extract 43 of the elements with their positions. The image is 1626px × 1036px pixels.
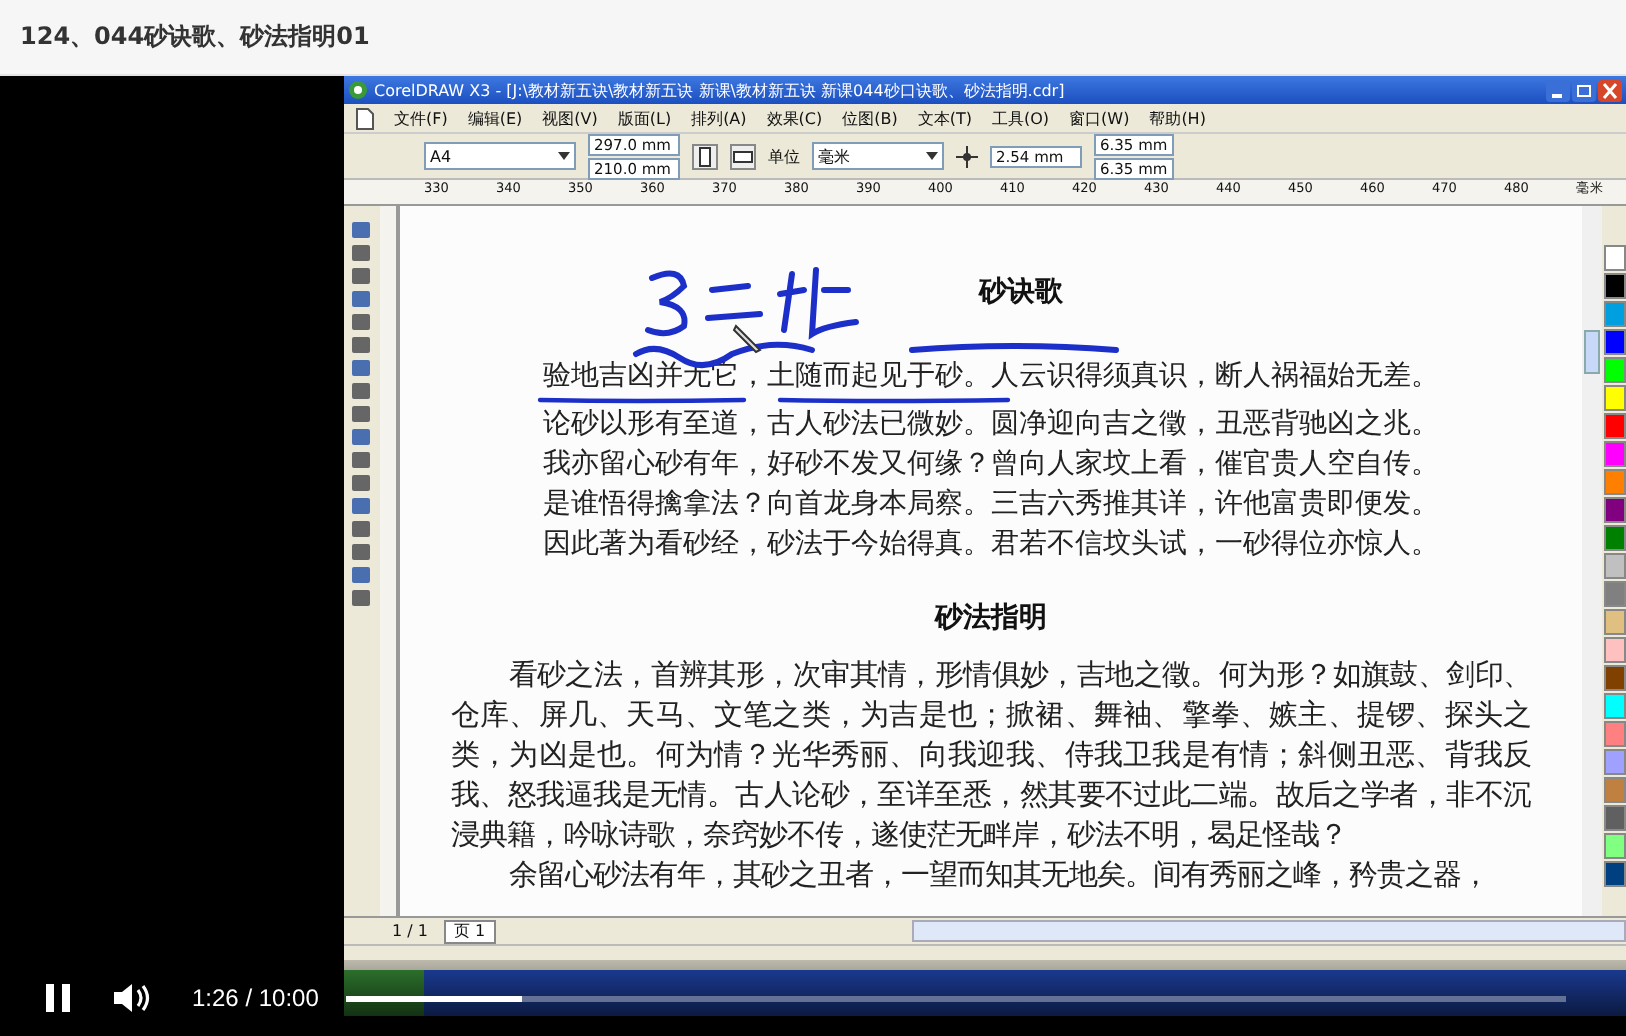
- landscape-icon[interactable]: [730, 143, 756, 169]
- poem-line: 是谁悟得擒拿法？向首龙身本局察。三吉六秀推其详，许他富贵即便发。: [543, 486, 1439, 524]
- page-count: 1 / 1: [392, 922, 428, 940]
- close-icon[interactable]: [1598, 79, 1622, 101]
- units-dropdown[interactable]: 毫米: [812, 142, 944, 170]
- horizontal-scrollbar[interactable]: [911, 920, 1626, 942]
- menu-item[interactable]: 文件(F): [394, 107, 448, 129]
- minimize-icon[interactable]: [1546, 79, 1570, 101]
- menu-item[interactable]: 效果(C): [766, 107, 823, 129]
- progress-track[interactable]: [346, 995, 1566, 1001]
- document-heading: 砂诀歌: [979, 274, 1063, 310]
- app-logo-icon: [348, 80, 368, 100]
- menu-item[interactable]: 工具(O): [991, 107, 1050, 129]
- poem-line: 我亦留心砂有年，好砂不发又何缘？曾向人家坟上看，催官贵人空自传。: [543, 446, 1439, 484]
- menu-item[interactable]: 版面(L): [617, 107, 672, 129]
- poem-line: 论砂以形有至道，古人砂法已微妙。圆净迎向吉之徵，丑恶背驰凶之兆。: [543, 406, 1439, 444]
- poem-line: 因此著为看砂经，砂法于今始得真。君若不信坟头试，一砂得位亦惊人。: [543, 526, 1439, 564]
- menu-item[interactable]: 帮助(H): [1149, 107, 1206, 129]
- volume-icon[interactable]: [112, 982, 152, 1014]
- body-paragraph: 看砂之法，首辨其形，次审其情，形情俱妙，吉地之徵。何为形？如旗鼓、剑印、仓库、屏几、天马、文笔之类，为吉是也；掀裙、舞袖、擎拳、嫉主、提锣、探头之类，为凶是也。何为情？光华秀丽、向我迎我、侍我卫我是有情；斜侧丑恶、背我反我、怒我逼我是无情。古人论砂，至详至悉，然其要不过此二端。故后之学者，非不沉浸典籍，吟咏诗歌，奈窍妙不传，遂使茫无畔岸，砂法不明，曷足怪哉？: [451, 657, 1531, 856]
- playback-time: 1:26 / 10:00: [192, 984, 319, 1012]
- window-title: CorelDRAW X3 - [J:\教材新五诀\教材新五诀 新课\教材新五诀 新课044砂口诀歌、砂法指明.cdr]: [374, 79, 1067, 101]
- pause-icon[interactable]: [44, 982, 72, 1014]
- menu-item[interactable]: 编辑(E): [467, 107, 523, 129]
- vertical-scrollbar[interactable]: [1582, 206, 1602, 916]
- document-heading: 砂法指明: [935, 600, 1047, 636]
- menu-item[interactable]: 位图(B): [842, 107, 898, 129]
- page-tab[interactable]: 页 1: [443, 919, 496, 943]
- nudge-icon: [956, 145, 978, 167]
- caret-icon: [926, 152, 938, 160]
- maximize-icon[interactable]: [1572, 79, 1596, 101]
- menu-item[interactable]: 窗口(W): [1069, 107, 1130, 129]
- menu-item[interactable]: 文本(T): [917, 107, 972, 129]
- pen-cursor-icon: [732, 322, 764, 354]
- portrait-icon[interactable]: [692, 143, 718, 169]
- caret-icon: [558, 152, 570, 160]
- paper-size-dropdown[interactable]: A4: [424, 142, 576, 170]
- menu-item[interactable]: 排列(A): [691, 107, 747, 129]
- document-icon[interactable]: [356, 107, 374, 129]
- units-label: 单位: [768, 145, 800, 167]
- body-paragraph: 余留心砂法有年，其砂之丑者，一望而知其无地矣。间有秀丽之峰，矜贵之器，: [506, 857, 1491, 896]
- page-title: 124、044砂诀歌、砂法指明01: [20, 20, 370, 54]
- menu-item[interactable]: 视图(V): [542, 107, 598, 129]
